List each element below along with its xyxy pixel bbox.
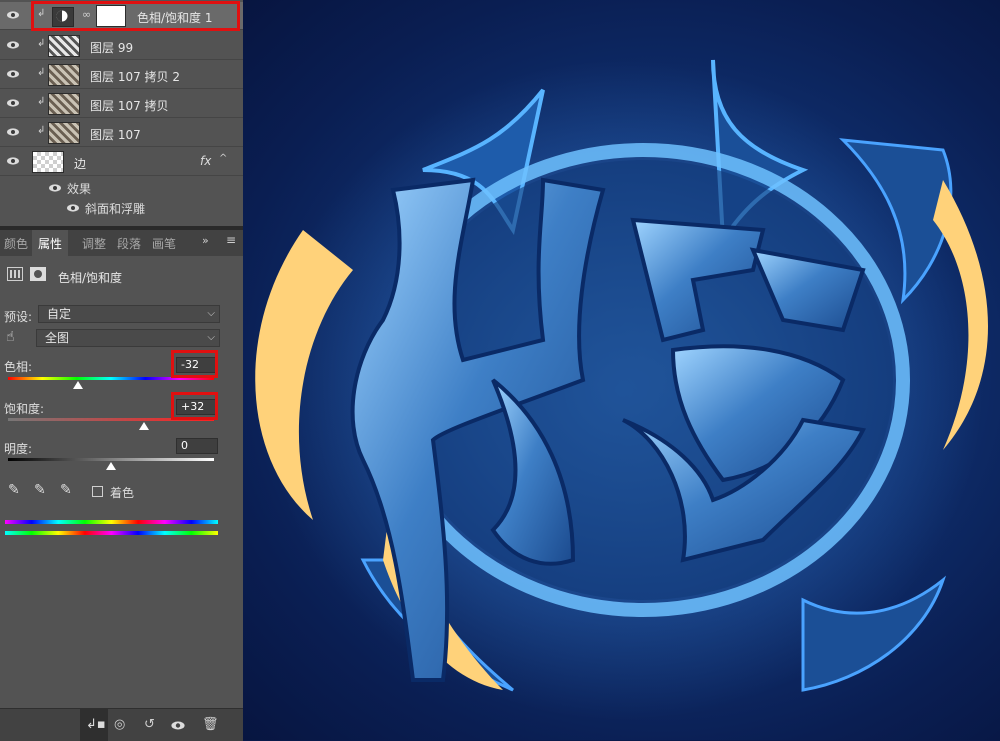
layers-and-properties-panel: ↲ ∞ 色相/饱和度 1 ↲ 图层 99 ↲ 图层 107 拷贝 2 ↲ 图层 … bbox=[0, 0, 243, 741]
lightness-label: 明度: bbox=[4, 442, 33, 456]
expand-panel-icon[interactable]: » bbox=[202, 234, 209, 247]
lightness-input[interactable]: 0 bbox=[176, 438, 218, 454]
lightness-slider-track[interactable] bbox=[8, 458, 214, 461]
layer-thumbnail bbox=[48, 122, 80, 144]
layer-mask-icon[interactable] bbox=[30, 267, 46, 281]
hue-input-highlight bbox=[171, 350, 218, 378]
saturation-slider-thumb[interactable] bbox=[138, 422, 149, 430]
properties-panel: 颜色 属性 调整 段落 画笔 » ≡ 色相/饱和度 预设: 自定 ⌵ ☝ 全图 … bbox=[0, 226, 243, 740]
panel-tabs: 颜色 属性 调整 段落 画笔 » ≡ bbox=[0, 230, 243, 258]
clipping-arrow-icon: ↲ bbox=[37, 96, 46, 107]
layer-name: 图层 107 拷贝 bbox=[90, 99, 169, 113]
output-color-bar bbox=[5, 531, 218, 535]
preset-dropdown[interactable]: 自定 ⌵ bbox=[38, 305, 220, 323]
hue-slider-thumb[interactable] bbox=[73, 381, 84, 389]
trash-icon[interactable]: 🗑 bbox=[202, 717, 219, 732]
layer-row[interactable]: ↲ 图层 107 bbox=[0, 119, 243, 147]
properties-bottom-toolbar: ↲▪ ◎ ↺ 🗑 bbox=[0, 708, 243, 741]
clipping-arrow-icon: ↲ bbox=[37, 67, 46, 78]
adjustment-title: 色相/饱和度 bbox=[58, 271, 123, 285]
tab-brush[interactable]: 画笔 bbox=[152, 235, 176, 252]
layer-row[interactable]: ↲ 图层 107 拷贝 2 bbox=[0, 61, 243, 89]
layer-name: 图层 107 bbox=[90, 128, 141, 142]
clipping-arrow-icon: ↲ bbox=[37, 125, 46, 136]
colorize-label: 着色 bbox=[110, 486, 135, 500]
visibility-eye-icon[interactable] bbox=[6, 156, 20, 166]
visibility-eye-icon[interactable] bbox=[66, 203, 80, 213]
tab-properties[interactable]: 属性 bbox=[32, 230, 69, 258]
visibility-eye-icon[interactable] bbox=[6, 127, 20, 137]
layer-thumbnail bbox=[48, 93, 80, 115]
typography-artwork-illustration bbox=[255, 59, 988, 720]
colorize-checkbox[interactable] bbox=[92, 486, 103, 497]
range-dropdown[interactable]: 全图 ⌵ bbox=[36, 329, 220, 347]
visibility-eye-icon[interactable] bbox=[48, 183, 62, 193]
reset-icon[interactable]: ↺ bbox=[144, 717, 155, 732]
chevron-down-icon: ⌵ bbox=[207, 308, 215, 319]
adjustment-layer-icon[interactable] bbox=[7, 267, 23, 281]
hue-label: 色相: bbox=[4, 360, 33, 374]
canvas-artwork bbox=[243, 0, 1000, 740]
tab-paragraph[interactable]: 段落 bbox=[117, 235, 141, 252]
targeted-adjustment-hand-icon[interactable]: ☝ bbox=[6, 329, 15, 345]
bevel-emboss-label: 斜面和浮雕 bbox=[85, 202, 146, 216]
visibility-eye-icon[interactable] bbox=[6, 98, 20, 108]
layer-thumbnail bbox=[32, 151, 64, 173]
preset-label: 预设: bbox=[4, 310, 33, 324]
layer-thumbnail bbox=[48, 64, 80, 86]
preset-value: 自定 bbox=[47, 307, 72, 321]
visibility-eye-icon[interactable] bbox=[170, 720, 186, 731]
range-value: 全图 bbox=[45, 331, 70, 345]
fx-icon[interactable]: fx bbox=[200, 154, 211, 168]
effects-label: 效果 bbox=[67, 182, 92, 196]
saturation-label: 饱和度: bbox=[4, 402, 45, 416]
visibility-eye-icon[interactable] bbox=[6, 69, 20, 79]
chevron-down-icon: ⌵ bbox=[207, 332, 215, 343]
layer-name: 图层 99 bbox=[90, 41, 134, 55]
panel-menu-icon[interactable]: ≡ bbox=[226, 233, 236, 247]
clipping-arrow-icon: ↲ bbox=[37, 38, 46, 49]
eyedropper-subtract-icon[interactable]: ✎ bbox=[60, 482, 72, 498]
saturation-input-highlight bbox=[171, 392, 218, 420]
eyedropper-icon[interactable]: ✎ bbox=[8, 482, 20, 498]
layer-row[interactable]: ↲ 图层 107 拷贝 bbox=[0, 90, 243, 118]
view-previous-state-icon[interactable]: ◎ bbox=[114, 717, 125, 732]
layer-row[interactable]: ↲ 图层 99 bbox=[0, 32, 243, 60]
clip-to-layer-icon: ↲▪ bbox=[86, 717, 106, 732]
tab-color[interactable]: 颜色 bbox=[4, 235, 28, 252]
clip-to-layer-button[interactable]: ↲▪ bbox=[80, 709, 108, 741]
lightness-slider-thumb[interactable] bbox=[106, 462, 116, 470]
layer-name: 图层 107 拷贝 2 bbox=[90, 70, 180, 84]
layer-name: 边 bbox=[74, 157, 87, 171]
selected-layer-highlight bbox=[31, 1, 240, 31]
tab-adjustments[interactable]: 调整 bbox=[82, 235, 106, 252]
input-color-bar bbox=[5, 520, 218, 524]
collapse-arrow-icon[interactable]: ^ bbox=[219, 153, 227, 164]
layer-row-edge[interactable]: 边 fx ^ bbox=[0, 148, 243, 176]
visibility-eye-icon[interactable] bbox=[6, 40, 20, 50]
layer-thumbnail bbox=[48, 35, 80, 57]
bevel-effect-row[interactable]: 斜面和浮雕 bbox=[0, 197, 243, 217]
visibility-eye-icon[interactable] bbox=[6, 10, 20, 20]
eyedropper-add-icon[interactable]: ✎ bbox=[34, 482, 46, 498]
effects-row[interactable]: 效果 bbox=[0, 177, 243, 197]
